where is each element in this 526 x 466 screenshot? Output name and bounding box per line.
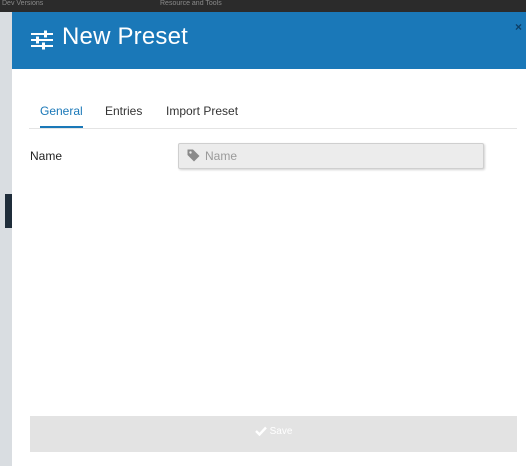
new-preset-dialog: New Preset × General Entries Import Pres… xyxy=(12,12,526,466)
close-icon[interactable]: × xyxy=(515,20,522,34)
save-button[interactable]: Save xyxy=(30,416,517,452)
background-top-strip: Dev Versions Resource and Tools xyxy=(0,0,526,12)
checkmark-icon xyxy=(254,427,267,437)
background-sidebar-bar xyxy=(5,194,12,228)
name-label: Name xyxy=(30,149,63,163)
sliders-icon xyxy=(31,30,53,50)
tab-general[interactable]: General xyxy=(40,104,83,128)
dialog-title: New Preset xyxy=(62,23,189,50)
tab-entries[interactable]: Entries xyxy=(105,104,142,126)
tab-import-preset[interactable]: Import Preset xyxy=(166,104,238,126)
name-input[interactable] xyxy=(205,144,475,168)
background-menu-left: Dev Versions xyxy=(2,0,44,7)
tag-icon xyxy=(187,149,200,162)
tab-bar: General Entries Import Preset xyxy=(29,94,517,129)
background-menu-right: Resource and Tools xyxy=(160,0,222,7)
save-button-content: Save xyxy=(30,426,517,437)
name-field[interactable] xyxy=(178,143,484,169)
dialog-header: New Preset × xyxy=(12,12,526,69)
save-button-label: Save xyxy=(269,426,293,437)
background-sidebar xyxy=(0,12,12,466)
